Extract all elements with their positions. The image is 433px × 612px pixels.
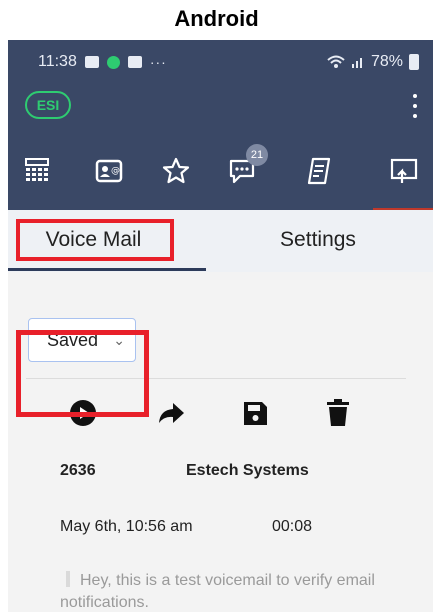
overflow-menu-icon[interactable] — [411, 94, 419, 118]
battery-percent: 78% — [370, 53, 403, 70]
voicemail-duration: 00:08 — [272, 518, 313, 535]
battery-icon — [409, 54, 419, 70]
signal-icon — [351, 58, 362, 68]
svg-text:@: @ — [111, 166, 120, 176]
message-icon — [127, 56, 142, 68]
highlight-box-voice-mail — [16, 219, 174, 261]
status-time: 11:38 — [38, 53, 77, 70]
app-bar: ESI — [8, 84, 433, 134]
more-notifications-icon: ··· — [149, 54, 167, 70]
status-bar: 11:38 ··· 78% — [8, 40, 433, 84]
chat-icon[interactable]: 21 — [228, 144, 268, 186]
tab-underline — [8, 268, 206, 271]
wifi-icon — [327, 55, 345, 68]
save-icon[interactable] — [240, 398, 270, 428]
voicemail-date: May 6th, 10:56 am — [60, 518, 193, 535]
notes-icon[interactable] — [304, 156, 334, 186]
green-dot-icon — [106, 55, 120, 69]
voicemail-transcript: Hey, this is a test voicemail to verify … — [60, 570, 410, 612]
forward-icon[interactable] — [156, 398, 186, 428]
phone-screen: 11:38 ··· 78% ESI @ 21 Voice Mail Settin… — [8, 40, 433, 612]
delete-icon[interactable] — [323, 398, 353, 428]
quote-bar — [66, 571, 70, 587]
chat-unread-badge: 21 — [246, 144, 268, 166]
gallery-icon — [84, 56, 99, 68]
voicemail-content: Saved ⌄ 2636 Estech Systems May 6th, 10:… — [8, 272, 433, 612]
esi-logo-button[interactable]: ESI — [25, 91, 71, 119]
voicemail-extension: 2636 — [60, 462, 96, 479]
contacts-icon[interactable]: @ — [94, 156, 124, 186]
highlight-box-folder-select — [16, 330, 149, 417]
icon-toolbar: @ 21 — [8, 134, 433, 210]
star-icon[interactable] — [161, 156, 191, 186]
tab-settings[interactable]: Settings — [208, 210, 428, 270]
voicemail-transcript-text: Hey, this is a test voicemail to verify … — [60, 572, 375, 611]
voicemail-caller-name: Estech Systems — [186, 462, 309, 479]
share-screen-icon[interactable] — [389, 156, 419, 186]
dialpad-icon[interactable] — [22, 156, 52, 186]
platform-caption: Android — [174, 6, 259, 31]
status-right: 78% — [327, 53, 419, 71]
